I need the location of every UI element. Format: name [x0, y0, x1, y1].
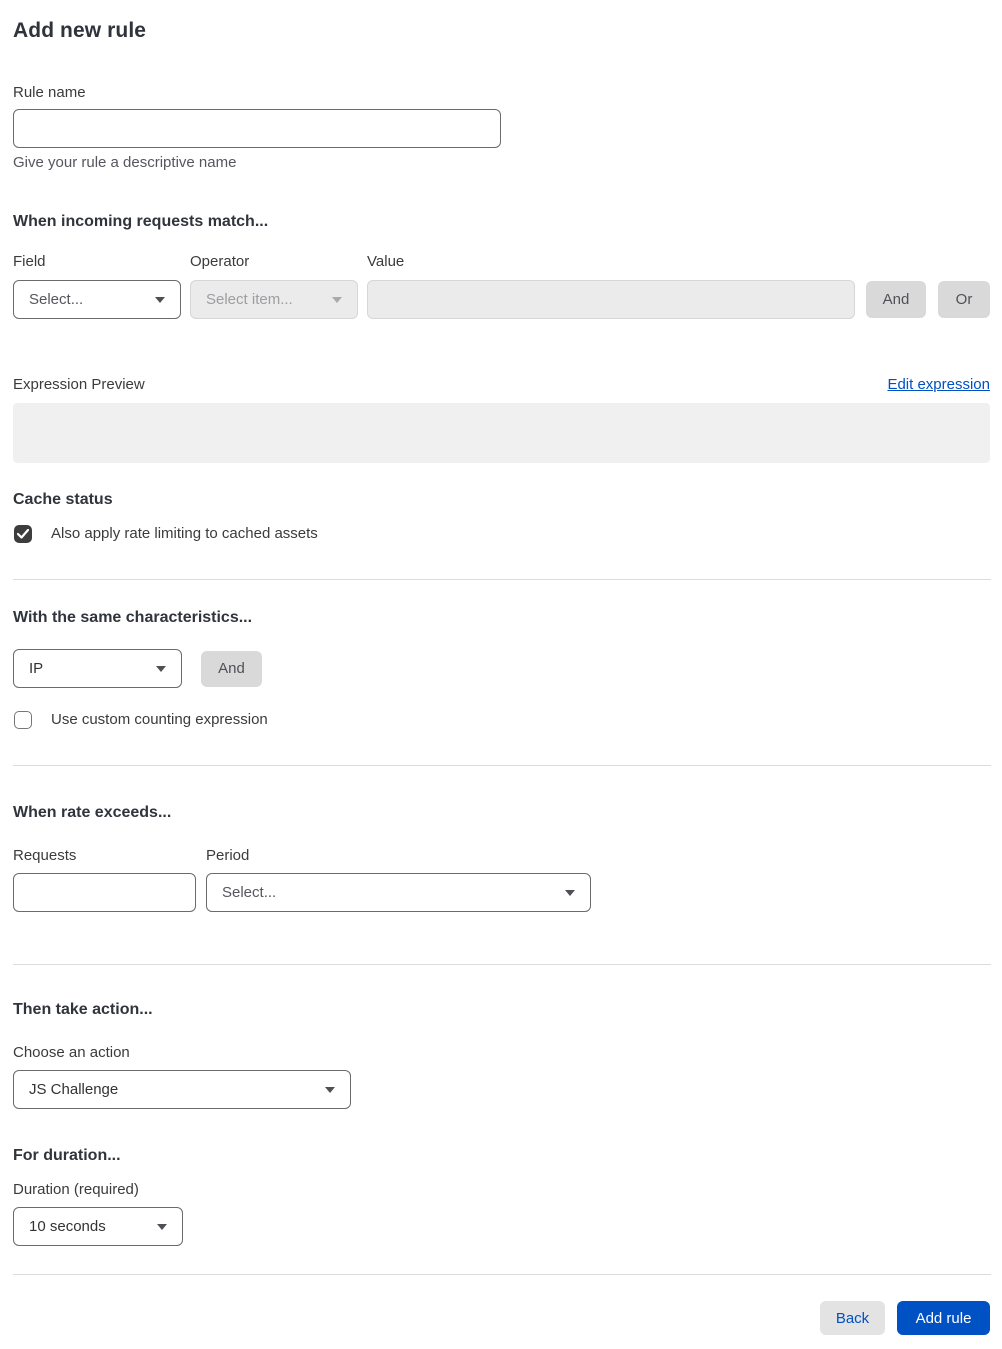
chevron-down-icon: [157, 1223, 167, 1230]
chevron-down-icon: [155, 296, 165, 303]
expression-preview-label: Expression Preview: [13, 376, 145, 393]
page-title: Add new rule: [13, 19, 147, 42]
chevron-down-icon: [332, 296, 342, 303]
add-rule-button[interactable]: Add rule: [897, 1301, 990, 1335]
rate-row: Requests Period Select...: [13, 847, 990, 912]
characteristic-select-value: IP: [29, 660, 44, 677]
action-select-value: JS Challenge: [29, 1081, 119, 1098]
cached-assets-checkbox-label: Also apply rate limiting to cached asset…: [51, 525, 318, 542]
chevron-down-icon: [156, 665, 166, 672]
requests-input[interactable]: [13, 873, 196, 912]
expression-preview-box: [13, 403, 990, 463]
match-expression-row: Field Select... Operator Select item... …: [13, 253, 990, 319]
characteristics-row: IP And: [13, 649, 990, 688]
chevron-down-icon: [325, 1086, 335, 1093]
period-select[interactable]: Select...: [206, 873, 591, 912]
section-divider: [13, 579, 991, 580]
operator-select-value: Select item...: [206, 291, 293, 308]
check-icon: [17, 528, 29, 539]
period-column: Period Select...: [206, 847, 591, 912]
footer-actions: Back Add rule: [13, 1301, 990, 1335]
chevron-down-icon: [565, 889, 575, 896]
cached-assets-checkbox-row: Also apply rate limiting to cached asset…: [13, 524, 990, 543]
period-select-value: Select...: [222, 884, 277, 901]
section-divider: [13, 964, 991, 965]
back-button[interactable]: Back: [820, 1301, 885, 1335]
section-divider: [13, 765, 991, 766]
and-button[interactable]: And: [866, 281, 926, 318]
rate-exceeds-heading: When rate exceeds...: [13, 804, 172, 821]
duration-select[interactable]: 10 seconds: [13, 1207, 183, 1246]
operator-select: Select item...: [190, 280, 358, 319]
characteristic-and-button[interactable]: And: [201, 650, 262, 687]
action-select[interactable]: JS Challenge: [13, 1070, 351, 1109]
take-action-heading: Then take action...: [13, 1001, 153, 1018]
rule-name-label: Rule name: [13, 84, 86, 101]
period-label: Period: [206, 847, 250, 864]
rule-name-input[interactable]: [13, 109, 501, 148]
value-label: Value: [367, 253, 405, 270]
expression-preview-header: Expression Preview Edit expression: [13, 376, 990, 393]
characteristics-heading: With the same characteristics...: [13, 609, 253, 626]
match-section-heading: When incoming requests match...: [13, 213, 269, 230]
operator-column: Operator Select item...: [190, 253, 358, 319]
custom-counting-checkbox-row: Use custom counting expression: [13, 710, 990, 729]
field-column: Field Select...: [13, 253, 181, 319]
or-button[interactable]: Or: [938, 281, 990, 318]
cached-assets-checkbox[interactable]: [14, 524, 32, 543]
characteristic-select[interactable]: IP: [13, 649, 182, 688]
operator-label: Operator: [190, 253, 250, 270]
requests-column: Requests: [13, 847, 196, 912]
field-select[interactable]: Select...: [13, 280, 181, 319]
choose-action-label: Choose an action: [13, 1044, 130, 1061]
footer-divider: [13, 1274, 991, 1275]
duration-label: Duration (required): [13, 1181, 139, 1198]
requests-label: Requests: [13, 847, 77, 864]
add-rule-form: Add new rule Rule name Give your rule a …: [0, 0, 1002, 1349]
field-select-value: Select...: [29, 291, 84, 308]
for-duration-heading: For duration...: [13, 1147, 121, 1164]
cache-status-heading: Cache status: [13, 491, 113, 508]
field-label: Field: [13, 253, 46, 270]
duration-select-value: 10 seconds: [29, 1218, 106, 1235]
custom-counting-checkbox-label: Use custom counting expression: [51, 711, 268, 728]
value-input: [367, 280, 855, 319]
rule-name-helper: Give your rule a descriptive name: [13, 154, 237, 171]
custom-counting-checkbox[interactable]: [14, 710, 32, 729]
edit-expression-link[interactable]: Edit expression: [887, 376, 990, 393]
value-column: Value: [367, 253, 855, 319]
